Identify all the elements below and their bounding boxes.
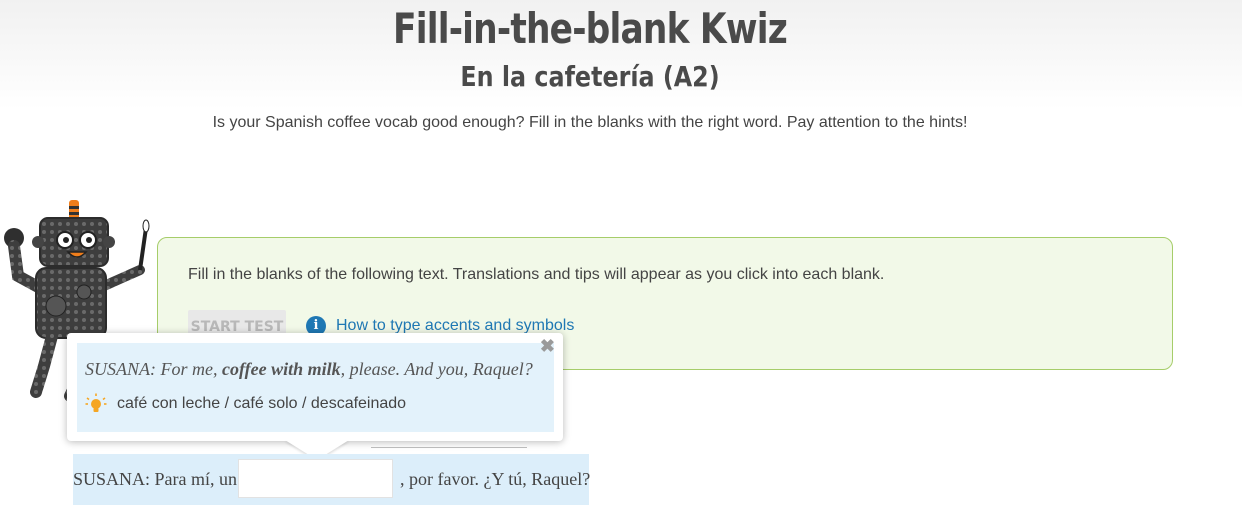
hint-options: café con leche / café solo / descafeinad… bbox=[117, 395, 407, 412]
hint-tooltip-body bbox=[77, 343, 554, 432]
hint-line: café con leche / café solo / descafeinad… bbox=[85, 393, 406, 415]
translation-pre: For me, bbox=[160, 359, 218, 379]
divider bbox=[371, 447, 527, 448]
page-title: Fill-in-the-blank Kwiz bbox=[393, 4, 788, 53]
sentence-suffix: , por favor. ¿Y tú, Raquel? bbox=[400, 469, 591, 489]
sentence-prefix: SUSANA: Para mí, un bbox=[73, 469, 238, 489]
lightbulb-icon bbox=[85, 393, 107, 412]
intro-text: Is your Spanish coffee vocab good enough… bbox=[212, 114, 968, 131]
hint-tooltip: ✖ SUSANA: For me, coffee with milk, plea… bbox=[67, 333, 563, 460]
close-icon[interactable]: ✖ bbox=[540, 336, 555, 357]
translation-post: , please. And you, Raquel? bbox=[340, 359, 533, 379]
translation-highlight: coffee with milk bbox=[222, 359, 341, 379]
page-subtitle: En la cafetería (A2) bbox=[460, 60, 720, 93]
blank-answer-input[interactable] bbox=[238, 459, 393, 498]
exercise-sentence: SUSANA: Para mí, un , por favor. ¿Y tú, … bbox=[73, 454, 591, 505]
translation-speaker: SUSANA: bbox=[85, 359, 156, 379]
instructions-text: Fill in the blanks of the following text… bbox=[188, 266, 885, 283]
translation-line: SUSANA: For me, coffee with milk, please… bbox=[85, 359, 533, 380]
